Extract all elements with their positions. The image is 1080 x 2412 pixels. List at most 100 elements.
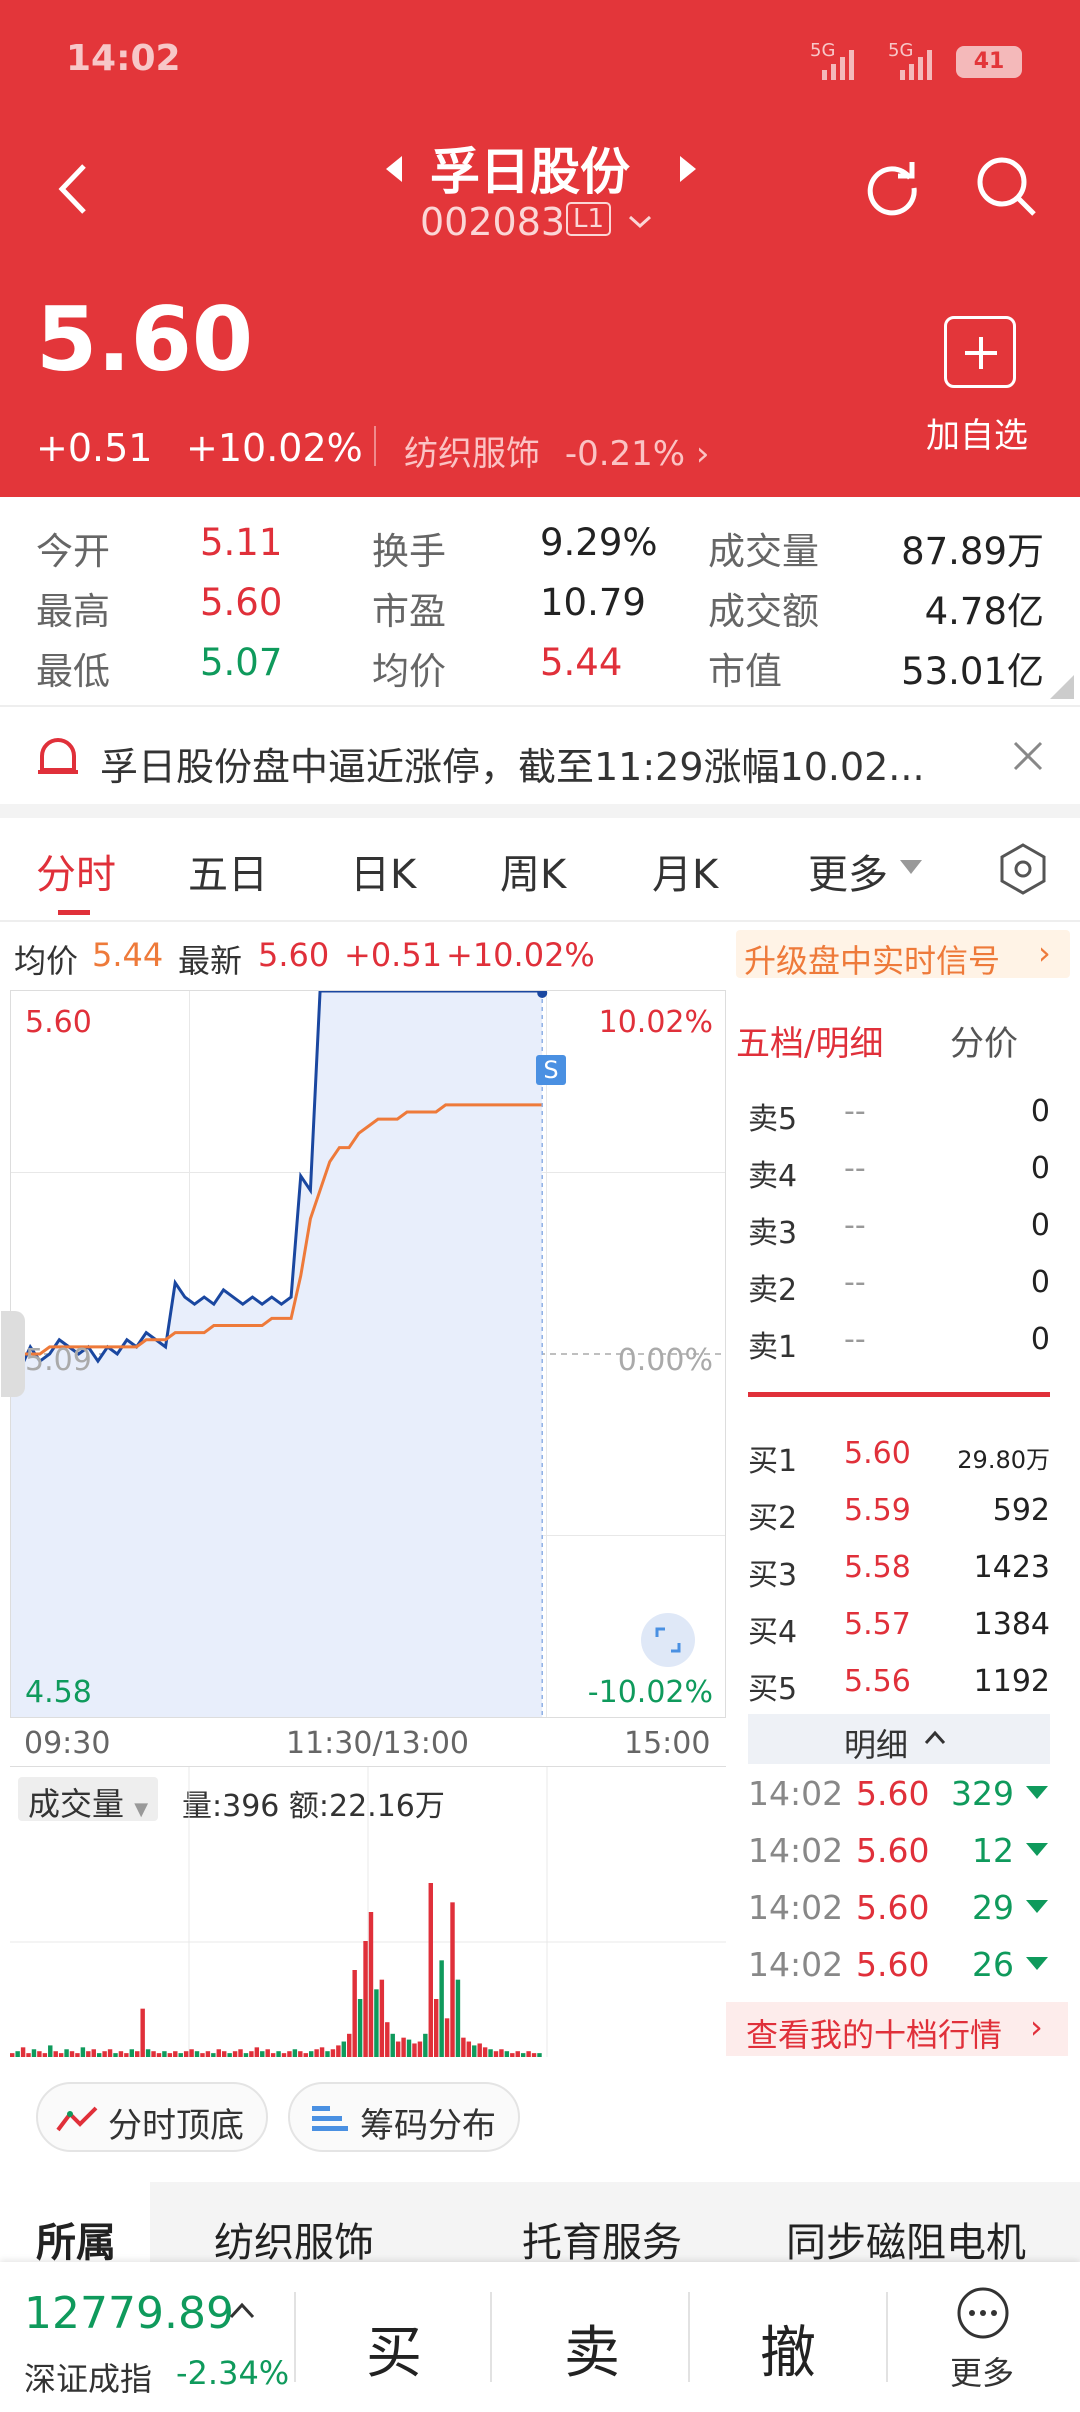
volume-chart[interactable]: 成交量 ▼ 量:396 额:22.16万 [10, 1766, 726, 2057]
volume-bar [292, 2049, 298, 2057]
buy-level-row: 买3 5.58 1423 [748, 1550, 1050, 1593]
volume-bar [385, 2022, 390, 2057]
tab-price-split[interactable]: 分价 [950, 1016, 1018, 1065]
sell-level-row: 卖1 -- 0 [748, 1322, 1050, 1365]
level-label: 卖3 [748, 1216, 798, 1251]
detail-header[interactable]: 明细 [748, 1714, 1050, 1764]
volume-bar [151, 2051, 156, 2057]
tab-intraday[interactable]: 分时 [36, 842, 116, 900]
cancel-order-button[interactable]: 撤 [760, 2308, 816, 2389]
volume-bar [357, 1999, 363, 2057]
side-handle[interactable] [1, 1311, 25, 1397]
volume-bar [129, 2049, 135, 2057]
detail-title: 明细 [844, 1726, 909, 1764]
add-watch-button[interactable] [944, 316, 1016, 388]
volume-bar [308, 2051, 314, 2057]
orderbook-divider [748, 1392, 1050, 1397]
next-stock-icon[interactable] [678, 154, 698, 184]
tab-more[interactable]: 更多 [808, 842, 888, 900]
level-badge[interactable]: L1 [566, 202, 612, 236]
level-price: -- [844, 1265, 866, 1300]
volume-bar [118, 2051, 124, 2057]
upgrade-signal-button[interactable]: 升级盘中实时信号 › [736, 930, 1070, 980]
price-change-pct: +10.02% [186, 426, 363, 470]
tab-5day[interactable]: 五日 [188, 842, 268, 900]
level-price: -- [844, 1151, 866, 1186]
more-button[interactable]: 更多 [930, 2276, 1040, 2402]
chart-info-line: 均价 5.44 最新 5.60 +0.51 +10.02% 升级盘中实时信号 › [0, 930, 1080, 982]
volume-bar [31, 2049, 37, 2057]
volume-bar [10, 2053, 15, 2057]
volume-bar [260, 2051, 265, 2057]
divider [0, 920, 1080, 922]
tab-monthly-k[interactable]: 月K [652, 842, 718, 900]
buy-button[interactable]: 买 [366, 2308, 422, 2389]
price-chart[interactable]: 5.60 5.09 4.58 10.02% 0.00% -10.02% S [1, 990, 726, 1718]
volume-bar [270, 2053, 276, 2057]
tab-sector[interactable]: 托育服务 [522, 2210, 682, 2268]
prev-stock-icon[interactable] [384, 154, 404, 184]
level-label: 卖4 [748, 1159, 798, 1194]
volume-bar [189, 2049, 194, 2057]
notice-bar[interactable]: 孚日股份盘中逼近涨停，截至11:29涨幅10.02... [0, 712, 1080, 804]
back-icon[interactable] [56, 162, 88, 216]
volume-bar [390, 2033, 395, 2057]
search-icon[interactable] [974, 154, 1038, 218]
volume-bar [211, 2053, 216, 2057]
trade-price: 5.60 [856, 1888, 930, 1927]
volume-bar [58, 2053, 64, 2057]
level-label: 买3 [748, 1558, 798, 1593]
expand-corner-icon[interactable] [1050, 675, 1074, 699]
tab-orderbook[interactable]: 五档/明细 [736, 1016, 883, 1065]
trade-price: 5.60 [856, 1774, 930, 1813]
volume-bar [20, 2047, 26, 2057]
volume-bar [428, 1883, 433, 2057]
volume-bar [140, 2008, 145, 2057]
chevron-down-icon[interactable] [628, 214, 652, 230]
volume-bar [276, 2051, 281, 2057]
volume-bar [406, 2039, 412, 2057]
stat-value: 5.11 [200, 521, 283, 564]
current-price: 5.60 [36, 288, 254, 391]
volume-bar [221, 2051, 227, 2057]
ten-level-link[interactable]: 查看我的十档行情 › [726, 2002, 1068, 2056]
trade-volume: 12 [972, 1831, 1014, 1870]
buy-level-row: 买1 5.60 29.80万 [748, 1436, 1050, 1479]
add-watch-label[interactable]: 加自选 [926, 408, 1028, 457]
last-value: 5.60 [258, 936, 330, 974]
distribution-icon [312, 2106, 348, 2131]
volume-bar [319, 2047, 325, 2057]
volume-bar [433, 1999, 439, 2057]
y-mid-label: 5.09 [25, 1343, 92, 1378]
tab-daily-k[interactable]: 日K [350, 842, 416, 900]
sector-link[interactable]: 纺织服饰 -0.21% › [404, 426, 710, 475]
volume-bar [156, 2053, 162, 2057]
stock-name: 孚日股份 [430, 143, 630, 201]
chip-distribution-chip[interactable]: 筹码分布 [288, 2082, 520, 2152]
avg-value: 5.44 [92, 936, 164, 974]
sell-button[interactable]: 卖 [564, 2308, 620, 2389]
level-price: -- [844, 1208, 866, 1243]
ten-level-label: 查看我的十档行情 [746, 2016, 1003, 2054]
down-arrow-icon [1026, 1957, 1048, 1970]
fullscreen-button[interactable] [641, 1613, 695, 1667]
divider [294, 2292, 296, 2382]
close-icon[interactable] [1012, 740, 1044, 772]
level-price: -- [844, 1094, 866, 1129]
stat-label: 市盈 [372, 590, 446, 633]
tab-weekly-k[interactable]: 周K [500, 842, 566, 900]
intraday-top-bottom-chip[interactable]: 分时顶底 [36, 2082, 268, 2152]
index-widget[interactable]: 12779.89 深证成指 -2.34% [0, 2262, 290, 2412]
tab-sector[interactable]: 同步磁阻电机 [786, 2210, 1026, 2268]
volume-bar [504, 2051, 510, 2057]
tab-sector[interactable]: 纺织服饰 [214, 2210, 374, 2268]
settings-icon[interactable] [998, 842, 1048, 896]
stat-value: 87.89万 [901, 530, 1044, 573]
volume-bar [86, 2051, 91, 2057]
signal-bars-icon-2 [900, 50, 932, 80]
volume-bar [194, 2051, 200, 2057]
refresh-icon[interactable] [862, 156, 922, 216]
signal-s-icon[interactable]: S [536, 1055, 566, 1085]
volume-bar [15, 2051, 20, 2057]
tab-belongs[interactable]: 所属 [36, 2210, 116, 2268]
